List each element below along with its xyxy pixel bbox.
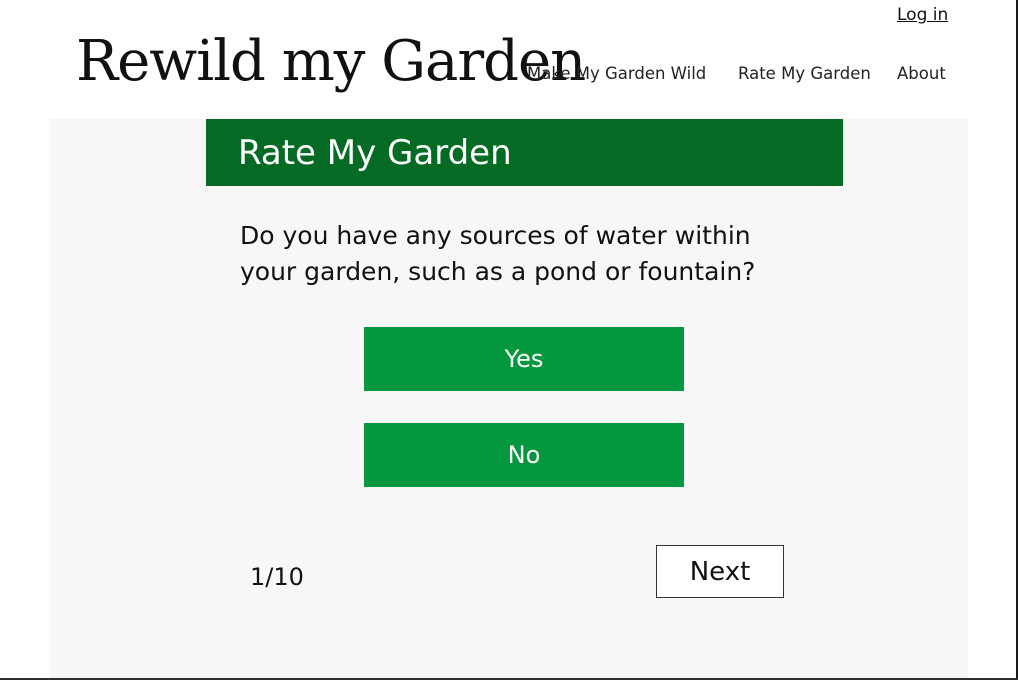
quiz-title: Rate My Garden	[238, 133, 512, 173]
question-counter: 1/10	[250, 563, 304, 591]
page: Log in Rewild my Garden Make My Garden W…	[0, 0, 1018, 680]
yes-button[interactable]: Yes	[364, 327, 684, 391]
nav-make-my-garden-wild[interactable]: Make My Garden Wild	[527, 64, 706, 83]
login-link[interactable]: Log in	[897, 5, 948, 25]
quiz-question: Do you have any sources of water within …	[240, 221, 756, 286]
next-button[interactable]: Next	[656, 545, 784, 598]
nav-rate-my-garden[interactable]: Rate My Garden	[738, 64, 871, 83]
quiz-title-banner: Rate My Garden	[206, 119, 843, 186]
no-button[interactable]: No	[364, 423, 684, 487]
quiz-panel	[50, 119, 968, 680]
nav-about[interactable]: About	[897, 64, 946, 83]
site-logo[interactable]: Rewild my Garden	[76, 22, 586, 102]
